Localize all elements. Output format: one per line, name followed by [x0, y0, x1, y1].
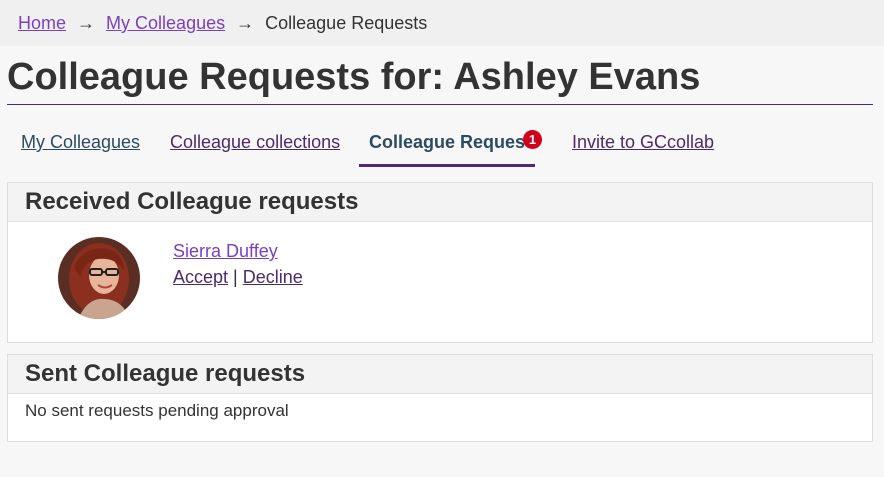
tab-label: My Colleagues	[21, 132, 141, 152]
tab-my-colleagues[interactable]: My Colleagues	[21, 120, 140, 164]
request-actions: Accept | Decline	[173, 267, 303, 288]
empty-state-message: No sent requests pending approval	[25, 401, 289, 420]
breadcrumb-home-link[interactable]: Home	[18, 13, 66, 33]
title-divider	[7, 104, 873, 105]
breadcrumb: Home → My Colleagues → Colleague Request…	[18, 12, 427, 34]
received-requests-heading: Received Colleague requests	[8, 183, 872, 222]
actions-separator: |	[233, 267, 238, 287]
sent-requests-heading: Sent Colleague requests	[8, 355, 872, 394]
tab-colleague-requests[interactable]: Colleague Reques 1	[359, 120, 542, 167]
notification-badge: 1	[523, 130, 542, 149]
received-requests-panel: Received Colleague requests Sierra Duffe…	[7, 182, 873, 343]
breadcrumb-colleagues-link[interactable]: My Colleagues	[106, 13, 225, 33]
avatar-photo	[58, 237, 140, 319]
sent-requests-panel: Sent Colleague requests No sent requests…	[7, 354, 873, 442]
tab-invite-gccollab[interactable]: Invite to GCcollab	[572, 120, 714, 164]
tab-label: Colleague Reques	[369, 132, 526, 152]
tab-colleague-collections[interactable]: Colleague collections	[170, 120, 340, 164]
page-title: Colleague Requests for: Ashley Evans	[7, 56, 701, 98]
top-bar: Home → My Colleagues → Colleague Request…	[0, 0, 884, 46]
breadcrumb-arrow: →	[77, 13, 96, 33]
tab-label: Colleague collections	[170, 132, 341, 152]
accept-link[interactable]: Accept	[173, 267, 228, 287]
breadcrumb-arrow: →	[236, 13, 255, 33]
avatar[interactable]	[58, 237, 140, 319]
breadcrumb-current: Colleague Requests	[265, 13, 428, 33]
tab-label: Invite to GCcollab	[572, 132, 715, 152]
tab-bar: My Colleagues Colleague collections Coll…	[7, 120, 873, 168]
decline-link[interactable]: Decline	[243, 267, 303, 287]
requester-name-link[interactable]: Sierra Duffey	[173, 241, 278, 262]
